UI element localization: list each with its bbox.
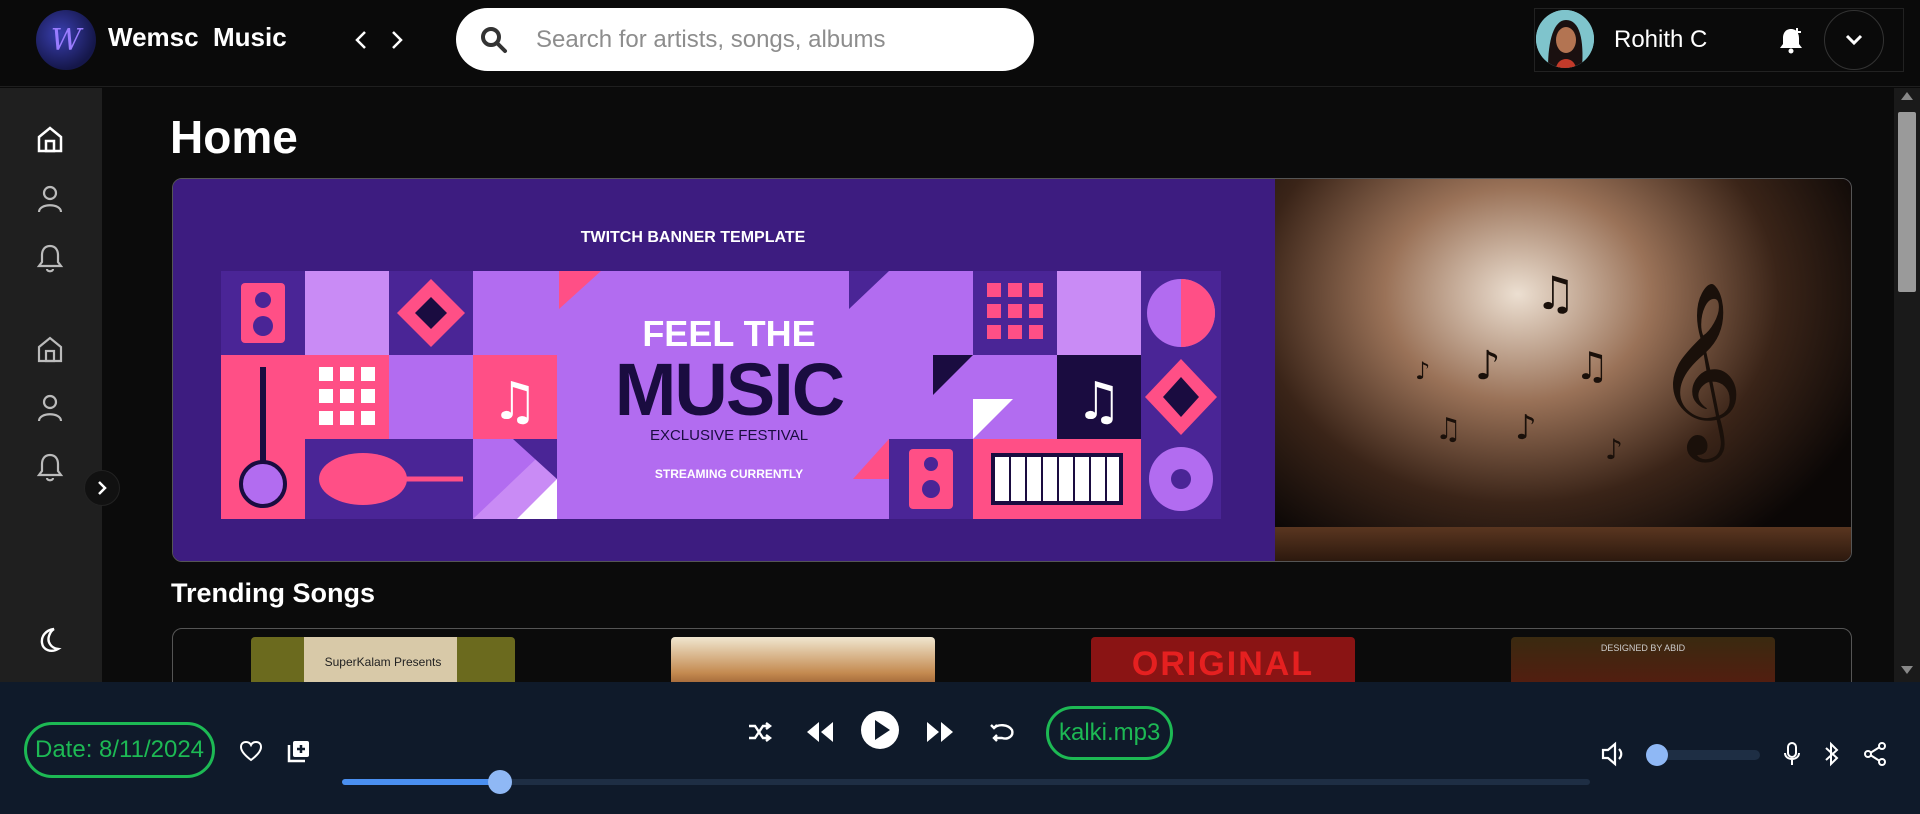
main-scrollbar[interactable] xyxy=(1894,88,1920,682)
sidebar-item-profile[interactable] xyxy=(32,181,68,217)
song-card[interactable]: ORIGINAL xyxy=(1091,637,1355,682)
banner-tagline: STREAMING CURRENTLY xyxy=(654,467,804,481)
sidebar xyxy=(0,88,102,682)
scroll-up-arrow[interactable] xyxy=(1901,92,1913,100)
volume-slider[interactable] xyxy=(1646,744,1760,766)
bluetooth-icon xyxy=(1825,741,1839,767)
current-track-badge: kalki.mp3 xyxy=(1046,706,1174,760)
share-button[interactable] xyxy=(1860,738,1890,770)
volume-handle[interactable] xyxy=(1646,744,1668,766)
trending-songs-row: SuperKalam Presents ORIGINAL DESIGNED BY… xyxy=(172,628,1852,682)
svg-text:♪: ♪ xyxy=(1515,408,1537,448)
repeat-button[interactable] xyxy=(982,712,1022,752)
stage-floor xyxy=(1275,527,1851,561)
chevron-right-icon xyxy=(392,31,403,49)
user-name[interactable]: Rohith C xyxy=(1614,26,1707,54)
logo-letter: W xyxy=(50,22,82,58)
svg-text:♫: ♫ xyxy=(1575,344,1609,388)
search-icon[interactable] xyxy=(474,20,514,60)
repeat-icon xyxy=(990,724,1014,742)
next-button[interactable] xyxy=(920,712,960,752)
user-icon xyxy=(37,185,63,213)
sidebar-item-notifications-2[interactable] xyxy=(32,449,68,485)
banner-header-text: TWITCH BANNER TEMPLATE xyxy=(580,229,806,246)
svg-text:♪: ♪ xyxy=(1415,357,1430,385)
app-logo[interactable]: W xyxy=(36,10,96,70)
volume-button[interactable] xyxy=(1598,738,1630,770)
player-bar: Date: 8/11/2024 kalki.mp3 xyxy=(0,682,1920,814)
rewind-icon xyxy=(807,722,833,742)
song-card[interactable]: DESIGNED BY ABID xyxy=(1511,637,1775,682)
shuffle-icon xyxy=(749,722,772,742)
home-icon xyxy=(37,336,63,363)
play-button[interactable] xyxy=(858,708,902,752)
search-bar xyxy=(456,8,1034,71)
chevron-down-icon xyxy=(1845,34,1863,46)
trending-songs-heading: Trending Songs xyxy=(171,578,376,608)
sidebar-item-home-2[interactable] xyxy=(32,331,68,367)
banner-slide-feel-the-music[interactable]: ♫ ♫ TWITCH BANNER TEMPLATE FEEL THE MUSI… xyxy=(173,179,1275,561)
back-button[interactable] xyxy=(346,24,376,56)
sidebar-item-notifications[interactable] xyxy=(32,240,68,276)
song-card[interactable]: SuperKalam Presents xyxy=(251,637,515,682)
song-card[interactable] xyxy=(671,637,935,682)
add-to-queue-button[interactable] xyxy=(284,736,314,766)
chevron-left-icon xyxy=(355,31,366,49)
search-input[interactable] xyxy=(536,25,1016,54)
forward-button[interactable] xyxy=(382,24,412,56)
user-dropdown-button[interactable] xyxy=(1824,10,1884,70)
progress-handle[interactable] xyxy=(488,770,513,794)
banner-subtitle: EXCLUSIVE FESTIVAL xyxy=(649,427,809,444)
volume-icon xyxy=(1601,741,1623,767)
home-icon xyxy=(37,126,63,153)
main-content: Home ♫ ♫ TWITCH BANNER TEMPLATE FEEL THE… xyxy=(102,88,1894,682)
song-card-text: ORIGINAL xyxy=(1131,645,1315,682)
notification-bell-icon[interactable] xyxy=(1776,24,1806,56)
song-card-text: DESIGNED BY ABID xyxy=(1600,643,1686,653)
chevron-right-icon xyxy=(98,481,107,495)
bluetooth-button[interactable] xyxy=(1818,738,1846,770)
top-bar: W Wemsc Music Rohith C xyxy=(0,0,1920,87)
svg-text:♪: ♪ xyxy=(1605,433,1623,466)
progress-fill xyxy=(342,779,501,785)
hero-banner-carousel[interactable]: ♫ ♫ TWITCH BANNER TEMPLATE FEEL THE MUSI… xyxy=(172,178,1852,562)
sidebar-item-home[interactable] xyxy=(32,121,68,157)
share-icon xyxy=(1864,742,1886,766)
avatar[interactable] xyxy=(1536,10,1594,68)
playlist-add-icon xyxy=(287,741,309,763)
previous-button[interactable] xyxy=(800,712,840,752)
bell-icon xyxy=(36,453,64,482)
svg-text:♫: ♫ xyxy=(1435,412,1462,447)
bell-icon xyxy=(36,244,64,273)
svg-text:𝄞: 𝄞 xyxy=(1655,281,1744,463)
fast-forward-icon xyxy=(927,722,953,742)
brand-name: Wemsc Music xyxy=(108,22,287,52)
scroll-thumb[interactable] xyxy=(1898,112,1916,292)
shuffle-button[interactable] xyxy=(740,712,780,752)
like-button[interactable] xyxy=(236,736,266,766)
theme-toggle[interactable] xyxy=(32,622,68,658)
scroll-down-arrow[interactable] xyxy=(1901,666,1913,674)
sidebar-expand-button[interactable] xyxy=(84,470,120,506)
microphone-button[interactable] xyxy=(1778,738,1806,770)
play-icon xyxy=(861,711,899,749)
progress-bar[interactable] xyxy=(342,770,1590,794)
heart-icon xyxy=(239,740,263,762)
user-icon xyxy=(37,394,63,422)
svg-text:♫: ♫ xyxy=(1535,266,1576,320)
svg-text:♫: ♫ xyxy=(1076,372,1123,432)
page-title: Home xyxy=(170,111,298,163)
svg-text:♫: ♫ xyxy=(492,372,539,432)
svg-text:♪: ♪ xyxy=(1475,343,1501,389)
date-badge: Date: 8/11/2024 xyxy=(24,722,216,778)
moon-icon xyxy=(40,627,62,652)
banner-headline-2: MUSIC xyxy=(614,348,845,431)
sidebar-item-profile-2[interactable] xyxy=(32,390,68,426)
banner-slide-music-notes[interactable]: 𝄞 ♫ ♪ ♫ ♪ ♫ ♪ ♪ xyxy=(1275,179,1851,561)
microphone-icon xyxy=(1784,742,1800,765)
song-card-text: SuperKalam Presents xyxy=(324,655,442,669)
